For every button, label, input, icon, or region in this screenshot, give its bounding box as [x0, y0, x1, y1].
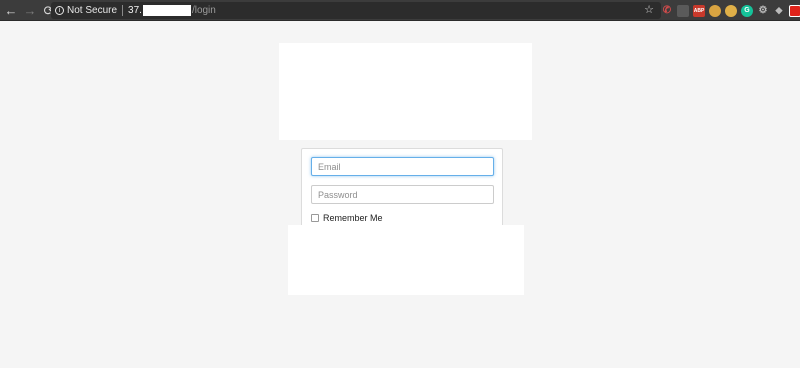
- logo-area: [279, 43, 532, 140]
- remember-me-checkbox[interactable]: [311, 214, 319, 222]
- security-indicator[interactable]: Not Secure: [67, 5, 117, 16]
- remember-me-label: Remember Me: [323, 213, 383, 223]
- address-bar[interactable]: i Not Secure 37. /login ☆: [51, 2, 661, 19]
- url-path: /login: [191, 5, 216, 16]
- redacted-overlay: [288, 225, 524, 295]
- red-extension-icon[interactable]: [789, 4, 800, 17]
- phone-icon[interactable]: ✆: [661, 5, 673, 17]
- cookie-icon[interactable]: [725, 4, 737, 17]
- remember-me-row[interactable]: Remember Me: [311, 213, 383, 223]
- gear-icon[interactable]: ⚙: [757, 5, 769, 17]
- bookmark-star-icon[interactable]: ☆: [644, 2, 654, 19]
- email-field[interactable]: [311, 157, 494, 176]
- forward-arrow-icon[interactable]: →: [22, 2, 38, 18]
- puzzle-icon[interactable]: ◆: [773, 5, 785, 17]
- browser-toolbar: ← → ⟳ i Not Secure 37. /login ☆ ✆ ABP G …: [0, 0, 800, 21]
- login-form: Remember Me: [301, 148, 503, 233]
- back-arrow-icon[interactable]: ←: [3, 2, 19, 18]
- grammarly-icon[interactable]: G: [741, 4, 753, 17]
- extension-icon[interactable]: [677, 4, 689, 17]
- adblock-plus-icon[interactable]: ABP: [693, 4, 705, 17]
- url-divider: [122, 5, 124, 16]
- extensions-bar: ✆ ABP G ⚙ ◆ ⋮: [661, 3, 800, 18]
- password-field[interactable]: [311, 185, 494, 204]
- url-host: 37.: [128, 5, 142, 16]
- url-redacted-block: [142, 5, 191, 16]
- cookie-icon[interactable]: [709, 4, 721, 17]
- info-icon[interactable]: i: [55, 6, 64, 15]
